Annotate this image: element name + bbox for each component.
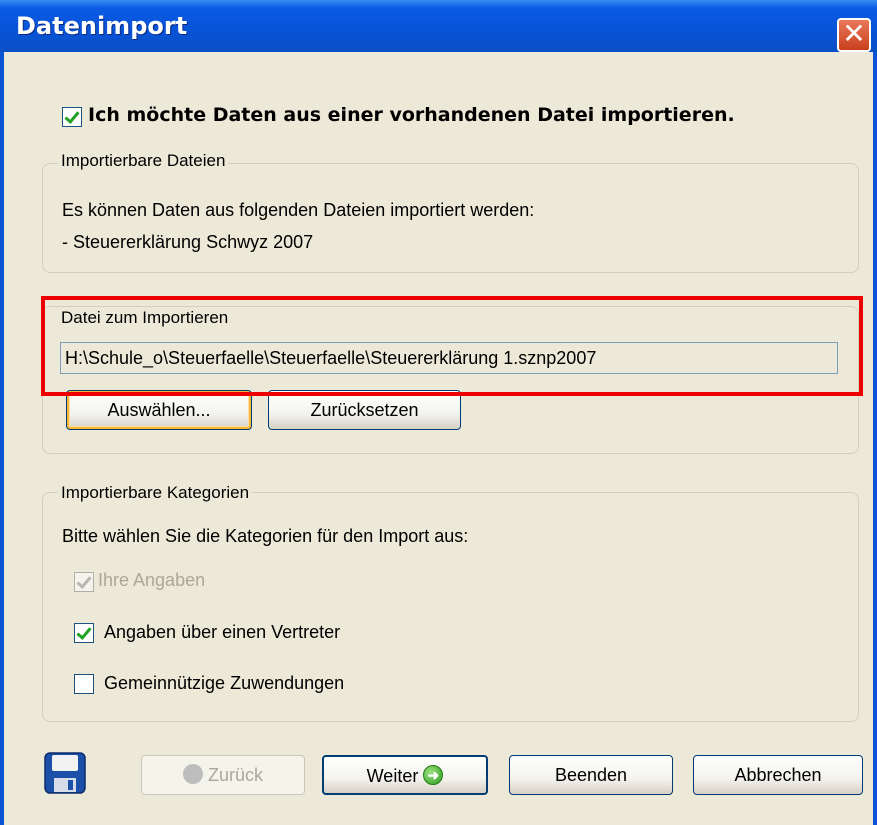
floppy-disk-icon[interactable] — [44, 752, 86, 794]
category-label-ihre-angaben: Ihre Angaben — [98, 570, 206, 590]
arrow-left-circle-icon — [182, 764, 203, 785]
select-file-button[interactable]: Auswählen... — [66, 390, 252, 430]
finish-button[interactable]: Beenden — [509, 755, 673, 795]
reset-button[interactable]: Zurücksetzen — [268, 390, 461, 430]
category-checkbox-vertreter[interactable] — [74, 623, 94, 643]
cancel-button[interactable]: Abbrechen — [693, 755, 863, 795]
importable-files-description: Es können Daten aus folgenden Dateien im… — [62, 200, 535, 220]
datenimport-dialog: Datenimport ✕ Ich möchte Daten aus einer… — [0, 0, 877, 825]
window-title: Datenimport — [16, 12, 188, 40]
import-data-checkbox[interactable] — [62, 107, 82, 127]
arrow-right-circle-icon: ➜ — [423, 765, 444, 786]
back-button: Zurück — [141, 755, 305, 795]
title-bar[interactable]: Datenimport ✕ — [0, 0, 877, 52]
close-button[interactable]: ✕ — [837, 18, 871, 52]
back-button-label: Zurück — [208, 765, 264, 785]
importable-categories-legend: Importierbare Kategorien — [58, 483, 253, 503]
category-label-zuwendungen[interactable]: Gemeinnützige Zuwendungen — [104, 673, 344, 694]
importable-file-item: - Steuererklärung Schwyz 2007 — [62, 232, 314, 252]
category-checkbox-ihre-angaben — [74, 572, 94, 592]
highlight-rectangle — [41, 296, 863, 396]
categories-instruction: Bitte wählen Sie die Kategorien für den … — [62, 526, 469, 546]
importable-files-legend: Importierbare Dateien — [58, 151, 229, 171]
import-data-checkbox-label[interactable]: Ich möchte Daten aus einer vorhandenen D… — [88, 104, 735, 126]
category-label-vertreter[interactable]: Angaben über einen Vertreter — [104, 622, 340, 643]
category-checkbox-zuwendungen[interactable] — [74, 674, 94, 694]
next-button-label: Weiter — [366, 766, 419, 786]
close-icon: ✕ — [842, 17, 866, 50]
next-button[interactable]: Weiter ➜ — [322, 755, 488, 795]
